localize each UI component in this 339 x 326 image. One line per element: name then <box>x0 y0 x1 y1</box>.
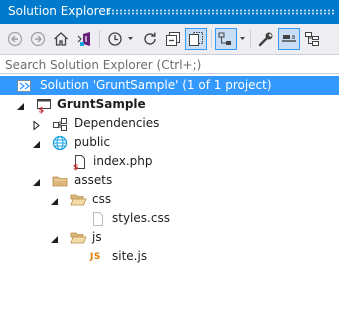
collapse-all-button[interactable] <box>162 28 184 50</box>
pending-changes-filter-button[interactable] <box>215 28 237 50</box>
expanded-arrow-icon[interactable] <box>32 138 41 148</box>
solution-icon <box>16 78 32 94</box>
show-all-files-button[interactable] <box>185 28 207 50</box>
history-icon <box>108 32 122 46</box>
tree-item-solution[interactable]: Solution 'GruntSample' (1 of 1 project) <box>0 76 339 95</box>
tree-item-label: index.php <box>93 154 153 168</box>
home-icon <box>54 32 68 46</box>
title-grip[interactable] <box>107 9 335 15</box>
tree-item-label: css <box>92 192 112 206</box>
folder-open-icon <box>70 192 87 208</box>
expanded-arrow-icon[interactable] <box>16 100 25 110</box>
folder-icon <box>52 173 68 189</box>
solution-tree: Solution 'GruntSample' (1 of 1 project) … <box>0 74 339 326</box>
toolbar <box>0 24 339 54</box>
tree-item-label: styles.css <box>112 211 170 225</box>
preview-selected-items-icon <box>282 35 296 42</box>
pending-changes-filter-icon <box>218 32 231 45</box>
class-diagram-icon <box>305 32 319 46</box>
tree-item-js[interactable]: js <box>0 228 339 247</box>
tree-item-dependencies[interactable]: Dependencies <box>0 114 339 133</box>
tree-item-index-php[interactable]: $ index.php <box>0 152 339 172</box>
show-all-files-icon <box>189 32 203 46</box>
tree-item-css[interactable]: css <box>0 190 339 209</box>
forward-button[interactable] <box>27 28 49 50</box>
window-title: Solution Explorer <box>8 4 111 18</box>
toolbar-separator <box>99 30 100 48</box>
title-bar: Solution Explorer <box>0 0 339 24</box>
tree-item-label: site.js <box>112 249 148 263</box>
tree-item-label: public <box>74 135 111 149</box>
collapse-all-icon <box>166 32 180 46</box>
home-button[interactable] <box>50 28 72 50</box>
switch-views-button[interactable] <box>73 28 95 50</box>
properties-wrench-icon <box>258 32 273 47</box>
folder-open-icon <box>70 230 87 246</box>
web-project-icon: $ <box>36 97 52 115</box>
forward-icon <box>30 31 46 47</box>
tree-item-label: Solution 'GruntSample' (1 of 1 project) <box>40 78 272 92</box>
history-button[interactable] <box>104 28 126 50</box>
css-file-icon <box>90 211 106 227</box>
class-diagram-button[interactable] <box>301 28 323 50</box>
back-button[interactable] <box>4 28 26 50</box>
tree-item-site-js[interactable]: JS site.js <box>0 247 339 266</box>
search-input[interactable] <box>5 57 285 72</box>
tree-item-project[interactable]: $ GruntSample <box>0 95 339 115</box>
history-dropdown-arrow-icon[interactable] <box>128 37 133 40</box>
refresh-button[interactable] <box>139 28 161 50</box>
collapsed-arrow-icon[interactable] <box>32 119 41 131</box>
tree-item-assets[interactable]: assets <box>0 171 339 190</box>
tree-item-label: assets <box>74 173 113 187</box>
tree-item-label: GruntSample <box>57 97 146 111</box>
toolbar-separator <box>250 30 251 48</box>
back-icon <box>7 31 23 47</box>
expanded-arrow-icon[interactable] <box>50 195 59 205</box>
preview-selected-items-button[interactable] <box>278 28 300 50</box>
expanded-arrow-icon[interactable] <box>32 176 41 186</box>
properties-button[interactable] <box>255 28 277 50</box>
filter-dropdown-arrow-icon[interactable] <box>240 37 245 40</box>
refresh-icon <box>144 32 156 45</box>
toolbar-separator <box>211 30 212 48</box>
tree-item-label: Dependencies <box>74 116 160 130</box>
dependencies-icon <box>52 116 68 132</box>
expanded-arrow-icon[interactable] <box>50 233 59 243</box>
vs-switch-views-icon <box>77 32 90 46</box>
tree-item-label: js <box>92 230 102 244</box>
php-file-icon: $ <box>72 154 88 172</box>
globe-icon <box>52 135 68 151</box>
tree-item-public[interactable]: public <box>0 133 339 152</box>
tree-item-styles-css[interactable]: styles.css <box>0 209 339 228</box>
search-box[interactable] <box>0 54 339 74</box>
js-file-icon: JS <box>90 252 101 262</box>
